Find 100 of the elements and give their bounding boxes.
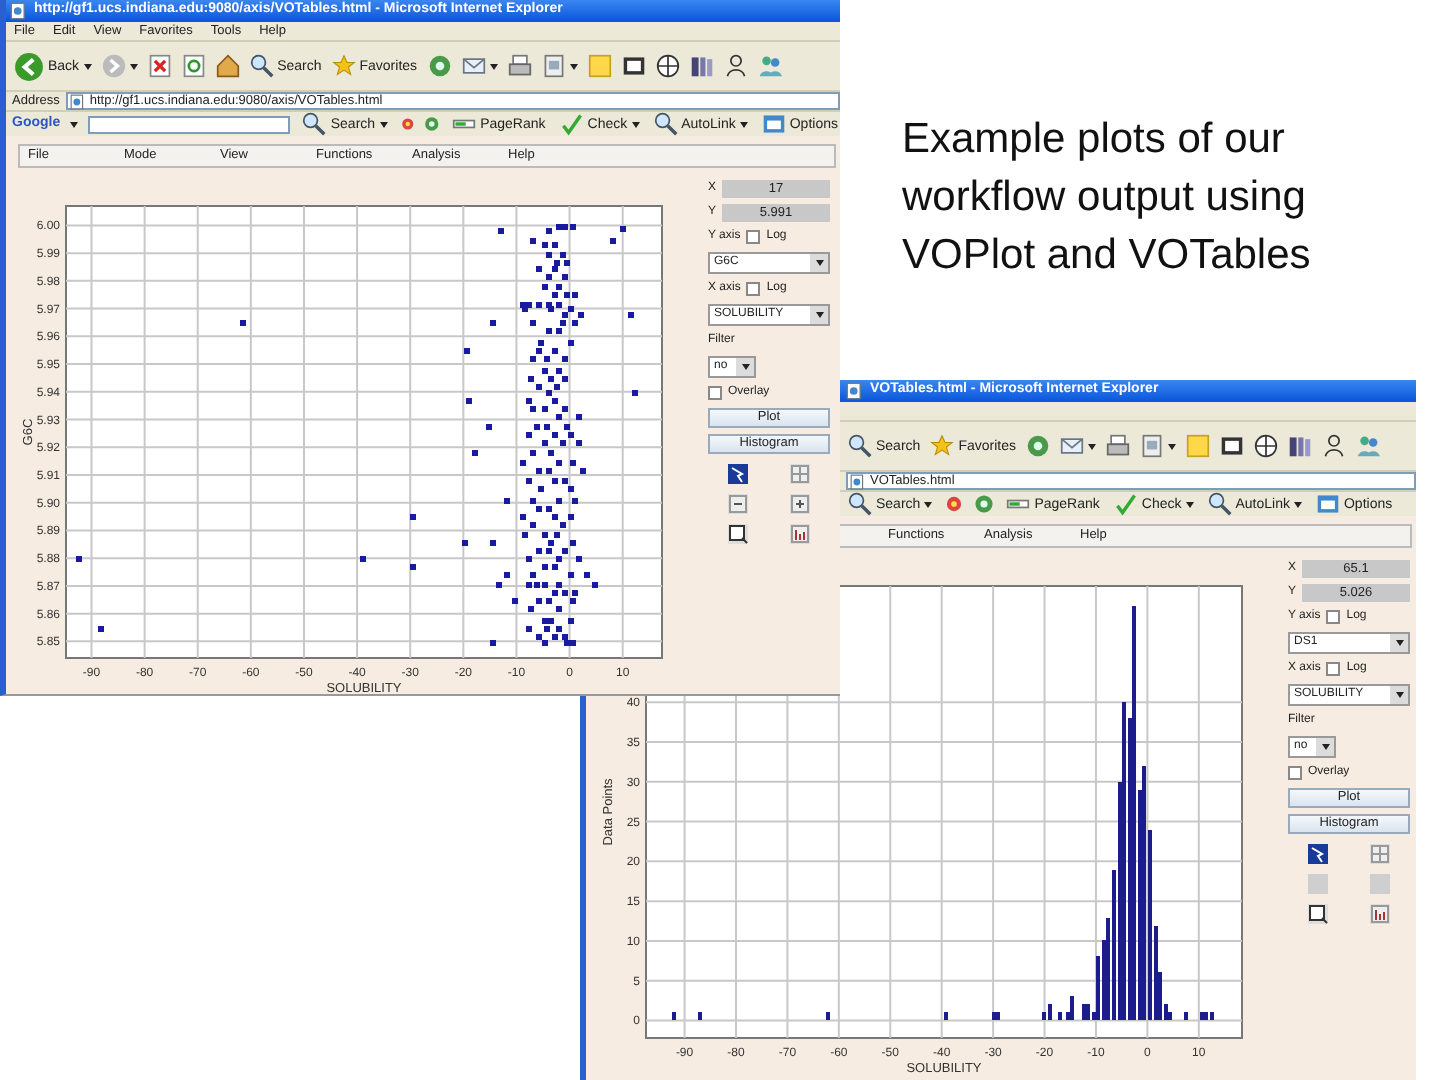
data-point [568,572,574,578]
options-icon [1315,492,1340,516]
caret-icon [1321,744,1329,750]
printer-icon [507,54,532,78]
data-point [504,498,510,504]
checkbox[interactable] [708,386,722,400]
caret-icon [1395,640,1403,646]
media-icon [427,54,452,78]
data-point [538,486,544,492]
data-point [556,606,562,612]
data-point [486,424,492,430]
minus-button[interactable] [728,494,749,514]
globe-icon [655,54,680,78]
document-icon [1139,434,1164,458]
data-point [610,238,616,244]
grid-button[interactable] [789,464,810,484]
ball-icon [944,494,965,514]
person-icon [723,54,748,78]
page-icon [69,93,86,109]
data-point [632,390,638,396]
note-icon [587,54,612,78]
page-icon [850,473,866,489]
grid-icon [1369,844,1390,864]
data-point [536,266,542,272]
data-point [552,478,558,484]
data-point [568,618,574,624]
search-icon [653,112,678,136]
pointer-icon [1308,844,1329,864]
data-point [490,540,496,546]
data-point [536,548,542,554]
search-icon [249,54,274,78]
checkbox[interactable] [746,230,761,244]
data-point [536,468,542,474]
caret-icon [379,121,388,127]
refresh-icon [181,54,206,78]
caret-icon [739,121,748,127]
checkbox[interactable] [1326,610,1341,624]
data-point [546,468,552,474]
caret-icon [1167,443,1176,449]
data-point [562,274,568,280]
data-point [584,572,590,578]
caret-icon [1185,501,1194,507]
chart-icon [1369,904,1390,924]
chart-button[interactable] [1369,904,1390,924]
data-point [240,320,246,326]
printer-icon [1105,434,1130,458]
data-point [556,498,562,504]
checkbox[interactable] [1326,662,1341,676]
pointer-icon [728,464,749,484]
chart-button[interactable] [789,524,810,544]
data-point [572,498,578,504]
data-point [490,640,496,646]
page-x-icon [147,54,172,78]
books-icon [689,54,714,78]
search-field[interactable] [88,115,291,133]
data-point [498,228,504,234]
search-icon [848,434,872,458]
people-icon [757,54,782,78]
data-point [542,242,548,248]
data-point [536,302,542,308]
zoom-box-button[interactable] [1308,904,1329,924]
caret-icon [1087,443,1096,449]
data-point [576,556,582,562]
data-point [542,440,548,446]
data-point [548,450,554,456]
grid-icon [789,464,810,484]
envelope-icon [461,54,486,78]
data-point [410,564,416,570]
plus-icon [789,494,810,514]
data-point [526,478,532,484]
data-point [546,228,552,234]
grid-button[interactable] [1369,844,1390,864]
minus-icon [728,494,749,514]
search-icon [848,492,872,516]
data-point [620,226,626,232]
zoom-box-icon [728,524,749,544]
data-point [526,626,532,632]
checkbox[interactable] [746,282,761,296]
checkbox[interactable] [1288,766,1302,780]
pointer-button[interactable] [728,464,749,484]
media-icon [1025,434,1050,458]
data-point [530,320,536,326]
data-point [530,238,536,244]
data-point [530,572,536,578]
data-point [546,328,552,334]
data-point [98,626,104,632]
data-point [628,312,634,318]
caret-icon [83,63,92,69]
screen-icon [1219,434,1244,458]
pointer-button[interactable] [1308,844,1329,864]
data-point [512,598,518,604]
data-point [464,348,470,354]
plus-button[interactable] [789,494,810,514]
search-icon [1207,492,1232,516]
caret-icon [129,63,138,69]
data-point [530,522,536,528]
document-icon [541,54,566,78]
data-point [592,582,598,588]
zoom-box-button[interactable] [728,524,749,544]
caret-icon [815,260,823,266]
